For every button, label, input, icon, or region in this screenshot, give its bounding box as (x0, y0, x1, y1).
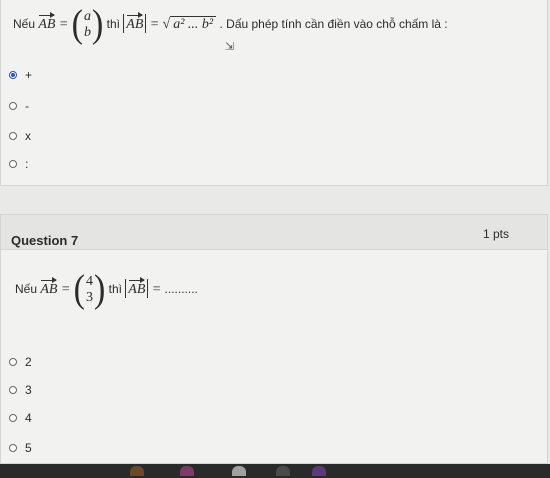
option-label: x (25, 129, 31, 143)
option-5[interactable]: 5 (9, 441, 32, 455)
radio-button[interactable] (9, 132, 17, 140)
option-label: 2 (25, 355, 32, 369)
cursor-icon: ⇲ (225, 41, 235, 53)
stem-text: Nếu (15, 282, 38, 297)
equals-sign-2: = (151, 282, 162, 298)
option-plus[interactable]: + (9, 68, 32, 82)
option-label: 5 (25, 441, 32, 455)
matrix-top: 4 (85, 274, 93, 289)
column-vector: ( 4 3 ) (73, 268, 106, 311)
abs-vector-ab: AB (126, 12, 144, 33)
matrix-bottom: b (83, 25, 91, 40)
stem-text: Nếu (13, 17, 36, 32)
matrix-bottom: 3 (85, 290, 93, 305)
radio-button[interactable] (9, 160, 17, 168)
option-divide[interactable]: : (9, 157, 28, 171)
then-text: thì (106, 17, 120, 32)
points-label: 1 pts (482, 227, 509, 241)
option-3[interactable]: 3 (9, 383, 32, 397)
taskbar (0, 464, 550, 478)
radio-button[interactable] (9, 386, 17, 394)
vector-ab: AB (40, 277, 58, 298)
question-7-card: Question 7 1 pts Nếu AB = ( 4 3 ) thì AB… (0, 214, 548, 464)
taskbar-app-icon[interactable] (130, 466, 144, 476)
matrix-top: a (83, 9, 91, 24)
question-title: Question 7 (11, 233, 79, 248)
option-label: + (25, 68, 33, 82)
column-vector: ( a b ) (71, 3, 104, 46)
option-multiply[interactable]: x (9, 129, 31, 143)
then-text: thì (108, 282, 122, 297)
blank-dots: .......... (164, 282, 198, 297)
taskbar-app-icon[interactable] (276, 466, 290, 476)
sqrt-expression: a² ... b² (170, 16, 217, 33)
stem-suffix: . Dấu phép tính cần điền vào chỗ chấm là… (219, 17, 448, 32)
radio-button[interactable] (9, 358, 17, 366)
option-label: 4 (25, 411, 32, 425)
equals-sign: = (60, 282, 71, 298)
radio-button-checked[interactable] (9, 71, 17, 79)
radio-button[interactable] (9, 102, 17, 110)
radio-button[interactable] (9, 444, 17, 452)
question-6-stem: Nếu AB = ( a b ) thì AB = √ a² ... b² . D… (13, 3, 448, 46)
option-minus[interactable]: - (9, 99, 29, 113)
option-label: 3 (25, 383, 32, 397)
taskbar-app-icon[interactable] (232, 466, 246, 476)
abs-vector-ab: AB (128, 277, 146, 298)
option-label: - (25, 99, 29, 113)
taskbar-app-icon[interactable] (180, 466, 194, 476)
question-7-stem: Nếu AB = ( 4 3 ) thì AB = .......... (15, 268, 198, 311)
option-2[interactable]: 2 (9, 355, 32, 369)
equals-sign: = (58, 17, 69, 33)
question-header: Question 7 1 pts (1, 215, 547, 250)
radio-button[interactable] (9, 414, 17, 422)
option-4[interactable]: 4 (9, 411, 32, 425)
taskbar-app-icon[interactable] (312, 466, 326, 476)
equals-sign-2: = (149, 17, 160, 33)
vector-ab: AB (38, 12, 56, 33)
question-6-card: Nếu AB = ( a b ) thì AB = √ a² ... b² . D… (0, 0, 548, 186)
option-label: : (25, 157, 29, 171)
